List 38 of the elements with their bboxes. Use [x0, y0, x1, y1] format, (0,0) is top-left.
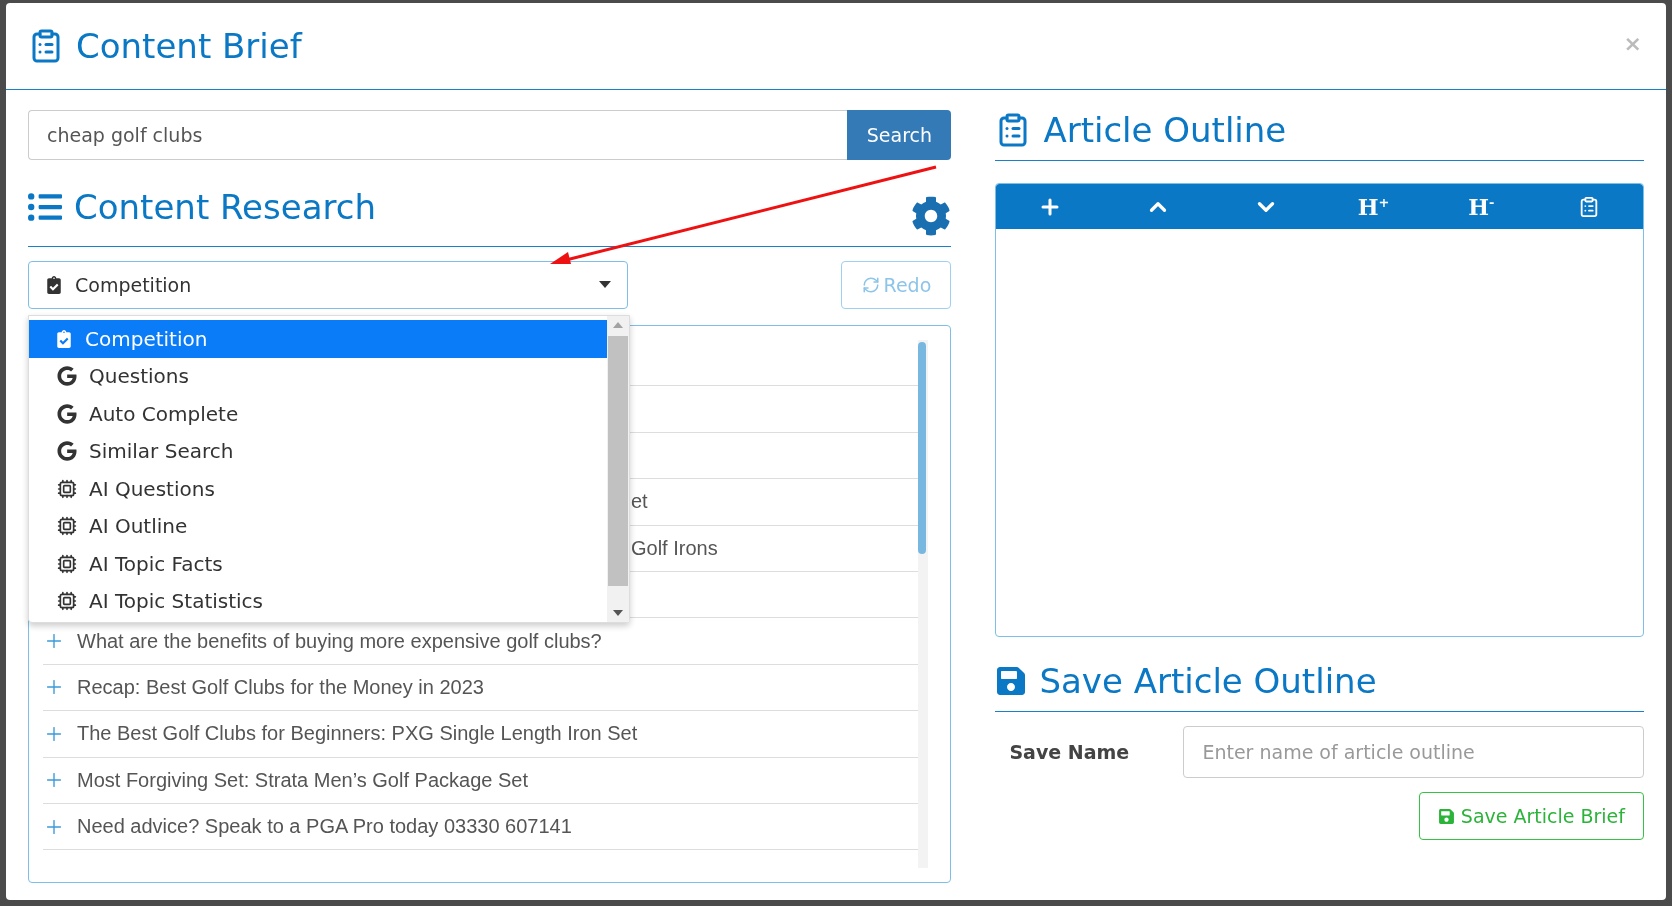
google-icon — [57, 403, 77, 424]
chip-icon — [57, 591, 77, 612]
chip-icon — [57, 553, 77, 574]
save-icon — [995, 665, 1028, 697]
section-title: Article Outline — [1043, 110, 1287, 150]
result-item: What are the benefits of buying more expensive golf clubs? — [77, 629, 602, 653]
settings-icon[interactable] — [911, 196, 952, 236]
scrollbar[interactable] — [607, 316, 629, 622]
result-item: Need advice? Speak to a PGA Pro today 03330 607141 — [77, 815, 572, 839]
window-title: Content Brief — [76, 26, 302, 66]
result-item: Most Forgiving Set: Strata Men’s Golf Package Set — [77, 768, 528, 792]
scroll-up-icon[interactable] — [613, 322, 623, 328]
section-title: Content Research — [74, 187, 376, 227]
source-select[interactable]: Competition — [28, 261, 628, 309]
save-icon — [1437, 807, 1455, 825]
google-icon — [57, 366, 77, 387]
scrollbar[interactable] — [918, 340, 929, 868]
clipboard-icon — [55, 329, 73, 348]
heading-button[interactable]: H$^{+}$ — [1353, 192, 1394, 221]
chip-icon — [57, 516, 77, 537]
google-icon — [57, 441, 77, 462]
result-item: Golf Irons — [631, 536, 718, 560]
result-item: Recap: Best Golf Clubs for the Money in 2023 — [77, 675, 484, 699]
list-icon — [28, 190, 62, 224]
caret-icon — [599, 281, 611, 289]
search-field[interactable]: cheap golf clubs — [28, 110, 848, 160]
scroll-down-icon[interactable] — [613, 610, 623, 616]
section-title: Save Article Outline — [1039, 661, 1377, 701]
search-button[interactable]: Search — [847, 110, 952, 160]
result-item: The Best Golf Clubs for Beginners: PXG Single Length Iron Set — [77, 722, 638, 746]
menu-item[interactable]: Competition — [29, 320, 607, 358]
save-name-field[interactable]: Enter name of article outline — [1183, 726, 1644, 778]
heading-button[interactable]: H$^{-}$ — [1461, 192, 1502, 221]
field-label: Save Name — [1008, 741, 1131, 763]
clipboard-icon — [45, 276, 63, 294]
refresh-icon — [861, 276, 880, 294]
chip-icon — [57, 478, 77, 499]
result-item: et — [631, 490, 648, 514]
